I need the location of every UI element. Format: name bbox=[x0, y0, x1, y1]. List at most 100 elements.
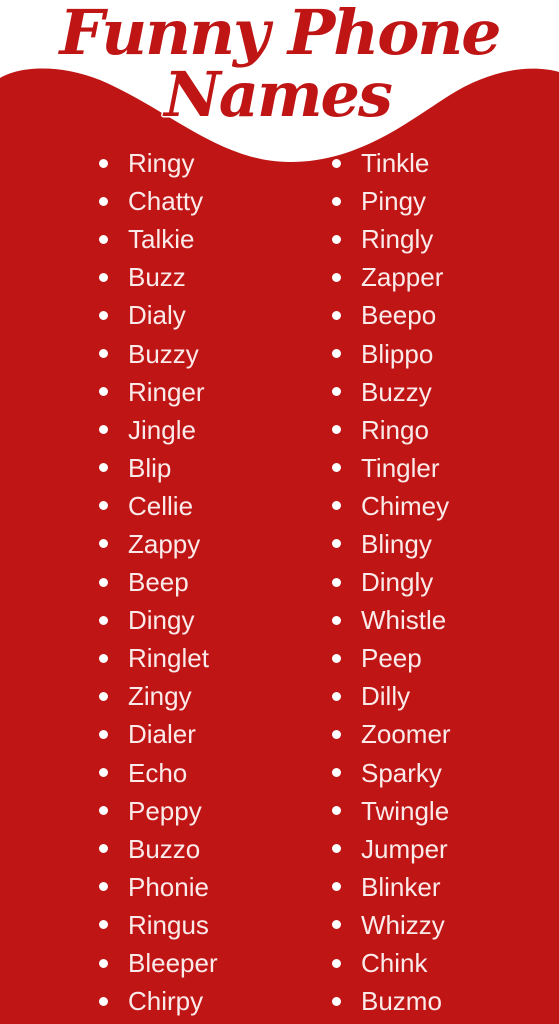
name-text: Dialy bbox=[128, 300, 186, 331]
name-text: Dialer bbox=[128, 719, 196, 750]
name-text: Whistle bbox=[361, 605, 447, 636]
list-item: Zoomer bbox=[329, 715, 451, 753]
list-item: Peppy bbox=[96, 792, 218, 830]
list-item: Buzzy bbox=[329, 373, 451, 411]
bullet-icon bbox=[332, 425, 341, 435]
name-text: Pingy bbox=[361, 186, 427, 217]
list-item: Tingler bbox=[329, 449, 451, 487]
list-item: Twingle bbox=[329, 792, 451, 830]
list-item: Dingly bbox=[329, 563, 451, 601]
name-text: Ringus bbox=[128, 909, 209, 940]
bullet-icon bbox=[332, 349, 341, 359]
bullet-icon bbox=[99, 501, 108, 511]
bullet-icon bbox=[99, 387, 108, 397]
name-text: Peep bbox=[361, 643, 422, 674]
list-item: Buzz bbox=[96, 258, 218, 296]
list-item: Dialy bbox=[96, 296, 218, 334]
list-item: Ringlet bbox=[96, 639, 218, 677]
bullet-icon bbox=[99, 920, 108, 930]
name-text: Tinkle bbox=[361, 148, 430, 179]
list-item: Dilly bbox=[329, 677, 451, 715]
bullet-icon bbox=[99, 996, 108, 1006]
name-text: Blinker bbox=[361, 871, 441, 902]
bullet-icon bbox=[332, 653, 341, 663]
name-text: Tingler bbox=[361, 452, 440, 483]
name-text: Whizzy bbox=[361, 909, 445, 940]
bullet-icon bbox=[99, 653, 108, 663]
name-text: Ringo bbox=[361, 414, 429, 445]
list-item: Pingy bbox=[329, 182, 451, 220]
list-item: Jingle bbox=[96, 411, 218, 449]
name-text: Ringer bbox=[128, 376, 205, 407]
bullet-icon bbox=[99, 729, 108, 739]
list-item: Chatty bbox=[96, 182, 218, 220]
bullet-icon bbox=[332, 768, 341, 778]
list-item: Whizzy bbox=[329, 906, 451, 944]
name-text: Blingy bbox=[361, 528, 432, 559]
bullet-icon bbox=[332, 196, 341, 206]
name-text: Zingy bbox=[128, 681, 192, 712]
list-item: Peep bbox=[329, 639, 451, 677]
names-list-left-column: Ringy Chatty Talkie Buzz Dialy Buzzy Rin… bbox=[96, 144, 218, 1020]
list-item: Blinker bbox=[329, 868, 451, 906]
list-item: Ringy bbox=[96, 144, 218, 182]
bullet-icon bbox=[99, 844, 108, 854]
bullet-icon bbox=[332, 882, 341, 892]
name-text: Ringy bbox=[128, 148, 195, 179]
bullet-icon bbox=[99, 539, 108, 549]
bullet-icon bbox=[332, 387, 341, 397]
bullet-icon bbox=[332, 844, 341, 854]
name-text: Phonie bbox=[128, 871, 209, 902]
bullet-icon bbox=[332, 501, 341, 511]
name-text: Dingly bbox=[361, 567, 434, 598]
list-item: Ringo bbox=[329, 411, 451, 449]
bullet-icon bbox=[332, 272, 341, 282]
bullet-icon bbox=[99, 463, 108, 473]
name-text: Buzz bbox=[128, 262, 186, 293]
list-item: Buzzo bbox=[96, 830, 218, 868]
list-item: Ringer bbox=[96, 373, 218, 411]
bullet-icon bbox=[332, 691, 341, 701]
list-item: Beep bbox=[96, 563, 218, 601]
bullet-icon bbox=[99, 158, 108, 168]
list-item: Bleeper bbox=[96, 944, 218, 982]
list-item: Echo bbox=[96, 754, 218, 792]
bullet-icon bbox=[99, 349, 108, 359]
name-text: Zappy bbox=[128, 528, 201, 559]
bullet-icon bbox=[99, 425, 108, 435]
name-text: Ringlet bbox=[128, 643, 209, 674]
list-item: Ringus bbox=[96, 906, 218, 944]
name-text: Buzzo bbox=[128, 833, 201, 864]
title-line-1: Funny Phone bbox=[59, 0, 501, 69]
name-text: Talkie bbox=[128, 224, 195, 255]
name-text: Buzmo bbox=[361, 986, 442, 1017]
name-text: Dingy bbox=[128, 605, 195, 636]
names-list-right-column: Tinkle Pingy Ringly Zapper Beepo Blippo … bbox=[329, 144, 451, 1020]
bullet-icon bbox=[332, 958, 341, 968]
name-text: Sparky bbox=[361, 757, 442, 788]
list-item: Buzmo bbox=[329, 982, 451, 1020]
name-text: Jumper bbox=[361, 833, 448, 864]
name-text: Zapper bbox=[361, 262, 444, 293]
name-text: Chatty bbox=[128, 186, 204, 217]
list-item: Beepo bbox=[329, 296, 451, 334]
bullet-icon bbox=[99, 768, 108, 778]
bullet-icon bbox=[332, 577, 341, 587]
list-item: Phonie bbox=[96, 868, 218, 906]
bullet-icon bbox=[332, 310, 341, 320]
name-text: Chirpy bbox=[128, 986, 204, 1017]
bullet-icon bbox=[332, 463, 341, 473]
bullet-icon bbox=[332, 806, 341, 816]
list-item: Dialer bbox=[96, 715, 218, 753]
header-wave-background bbox=[0, 0, 559, 1024]
list-item: Talkie bbox=[96, 220, 218, 258]
list-item: Zingy bbox=[96, 677, 218, 715]
title-line-2: Names bbox=[164, 58, 393, 131]
bullet-icon bbox=[99, 310, 108, 320]
name-text: Twingle bbox=[361, 795, 450, 826]
bullet-icon bbox=[332, 158, 341, 168]
list-item: Zappy bbox=[96, 525, 218, 563]
list-item: Buzzy bbox=[96, 334, 218, 372]
name-text: Blippo bbox=[361, 338, 434, 369]
bullet-icon bbox=[332, 615, 341, 625]
